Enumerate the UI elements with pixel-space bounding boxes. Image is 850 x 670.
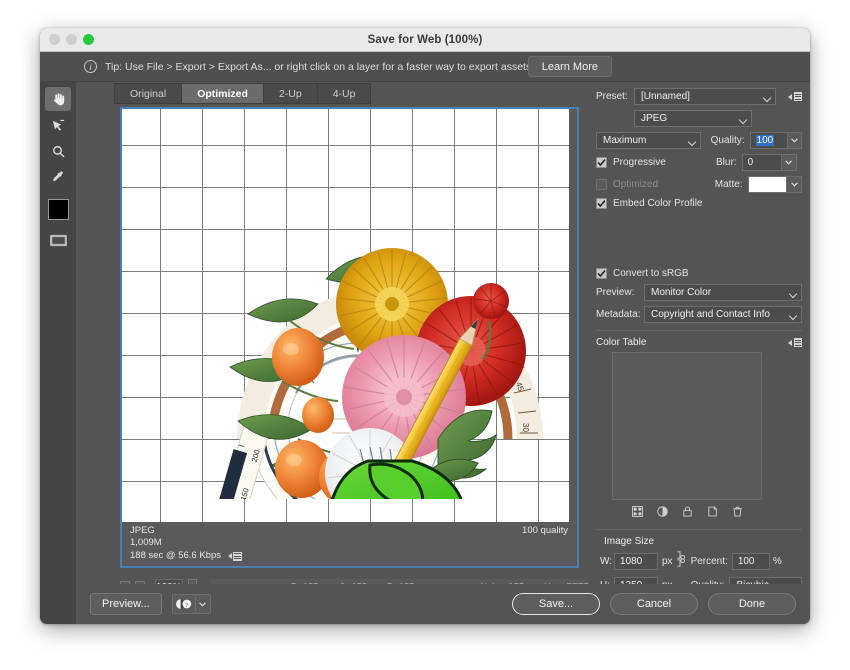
preview-button[interactable]: Preview... [90, 593, 162, 615]
new-swatch-icon[interactable] [707, 504, 718, 522]
settings-panel: Preset: [Unnamed] JPEG Maximum Quality: … [588, 82, 810, 624]
learn-more-button[interactable]: Learn More [527, 56, 612, 77]
progressive-label: Progressive [613, 157, 666, 168]
delete-swatch-icon[interactable] [732, 504, 743, 522]
eyedropper-tool[interactable] [45, 165, 71, 189]
matte-label: Matte: [714, 179, 743, 190]
progressive-check-icon [596, 157, 607, 168]
optimized-check-icon [596, 179, 607, 190]
quality-stepper[interactable] [787, 132, 802, 149]
preview-browser-icon[interactable]: ? [171, 594, 196, 614]
save-button[interactable]: Save... [512, 593, 600, 615]
blur-input[interactable]: 0 [741, 154, 782, 171]
percent-unit: % [772, 556, 782, 567]
matte-color-swatch[interactable] [747, 176, 788, 193]
info-flyout-icon[interactable] [227, 551, 242, 562]
progressive-checkbox[interactable]: Progressive [596, 157, 706, 168]
compression-level-select[interactable]: Maximum [596, 132, 701, 149]
save-for-web-window: Save for Web (100%) i Tip: Use File > Ex… [40, 28, 810, 624]
tab-optimized[interactable]: Optimized [181, 83, 263, 104]
web-snap-icon[interactable] [631, 504, 643, 522]
hand-tool[interactable] [45, 87, 71, 111]
done-button[interactable]: Done [708, 593, 796, 615]
transparency-icon[interactable] [656, 504, 668, 522]
preset-label: Preset: [596, 91, 628, 102]
color-table-flyout-icon[interactable] [788, 337, 802, 348]
canvas-viewport[interactable]: 30 45 60 75 [120, 107, 579, 568]
preview-row: Preview: Monitor Color [596, 284, 802, 301]
svg-text:30: 30 [521, 423, 530, 432]
tab-2-up[interactable]: 2-Up [262, 83, 317, 104]
format-row: JPEG [596, 110, 802, 127]
metadata-select[interactable]: Copyright and Contact Info [644, 306, 802, 323]
percent-label: Percent: [690, 556, 728, 567]
artwork-image: 30 45 60 75 [204, 248, 543, 499]
info-icon: i [84, 60, 97, 73]
color-table-title: Color Table [596, 337, 647, 348]
panel-flyout-icon[interactable] [788, 91, 802, 102]
optimized-label: Optimized [613, 179, 659, 190]
embed-profile-label: Embed Color Profile [613, 198, 703, 209]
tip-bar: i Tip: Use File > Export > Export As... … [40, 52, 810, 82]
color-table-grid[interactable] [612, 352, 762, 500]
primary-buttons: Save... Cancel Done [512, 593, 796, 615]
preset-row: Preset: [Unnamed] [596, 88, 802, 105]
convert-srgb-check-icon [596, 268, 607, 279]
chain-link-icon[interactable] [673, 551, 689, 572]
slice-select-tool[interactable] [45, 113, 71, 137]
preview-select[interactable]: Monitor Color [644, 284, 802, 301]
preview-label: Preview: [596, 287, 635, 298]
preview-browser-dropdown[interactable] [195, 594, 211, 614]
percent-input[interactable]: 100 [731, 553, 770, 570]
svg-text:?: ? [186, 602, 189, 609]
tab-original[interactable]: Original [114, 83, 182, 104]
image-size-title: Image Size [604, 536, 655, 547]
optimized-info-bar: JPEG 1,009M 188 sec @ 56.6 Kbps 100 qual… [122, 522, 577, 566]
window-titlebar: Save for Web (100%) [40, 28, 810, 52]
divider-image-size [596, 529, 802, 530]
dialog-button-row: Preview... ? Save... Cancel Done [76, 584, 810, 624]
color-table-buttons [612, 504, 762, 522]
optimized-matte-row: Optimized Matte: [596, 176, 802, 193]
convert-srgb-row[interactable]: Convert to sRGB [596, 268, 802, 279]
info-filesize: 1,009M [130, 537, 162, 549]
divider-color-table [596, 330, 802, 331]
quality-input[interactable]: 100 [749, 132, 788, 149]
blur-stepper[interactable] [781, 154, 797, 171]
info-format: JPEG [130, 525, 155, 536]
color-table-header: Color Table [596, 337, 802, 348]
quality-label: Quality: [710, 135, 745, 146]
cancel-button[interactable]: Cancel [610, 593, 698, 615]
compression-quality-row: Maximum Quality: 100 [596, 132, 802, 149]
window-title: Save for Web (100%) [367, 33, 483, 46]
metadata-row: Metadata: Copyright and Contact Info [596, 306, 802, 323]
zoom-tool[interactable] [45, 139, 71, 163]
optimized-checkbox[interactable]: Optimized [596, 179, 705, 190]
metadata-label: Metadata: [596, 309, 641, 320]
width-label: W: [600, 556, 613, 567]
embed-profile-check-icon [596, 198, 607, 209]
lock-swatch-icon[interactable] [682, 504, 693, 522]
view-tabs: Original Optimized 2-Up 4-Up [76, 82, 588, 104]
blur-label: Blur: [716, 157, 737, 168]
toggle-slices-visibility-icon[interactable] [45, 228, 71, 252]
convert-srgb-label: Convert to sRGB [613, 268, 689, 279]
info-download-time: 188 sec @ 56.6 Kbps [130, 549, 221, 561]
artboard[interactable]: 30 45 60 75 [122, 109, 569, 522]
image-width-row: W: 1080 px Percent: 100 % [596, 551, 802, 572]
width-unit: px [662, 556, 673, 567]
preview-area: Original Optimized 2-Up 4-Up 30 45 150 2… [76, 82, 666, 624]
file-format-select[interactable]: JPEG [634, 110, 752, 127]
tab-4-up[interactable]: 4-Up [316, 83, 372, 104]
tool-strip [40, 82, 76, 624]
matte-dropdown[interactable] [787, 176, 802, 193]
info-quality: 100 quality [522, 525, 568, 536]
progressive-blur-row: Progressive Blur: 0 [596, 154, 802, 171]
tip-text: Tip: Use File > Export > Export As... or… [105, 60, 532, 73]
embed-profile-row[interactable]: Embed Color Profile [596, 198, 802, 209]
screenshot-root: Save for Web (100%) i Tip: Use File > Ex… [0, 0, 850, 670]
preset-select[interactable]: [Unnamed] [634, 88, 776, 105]
width-input[interactable]: 1080 [614, 553, 658, 570]
foreground-color-swatch[interactable] [47, 199, 69, 220]
